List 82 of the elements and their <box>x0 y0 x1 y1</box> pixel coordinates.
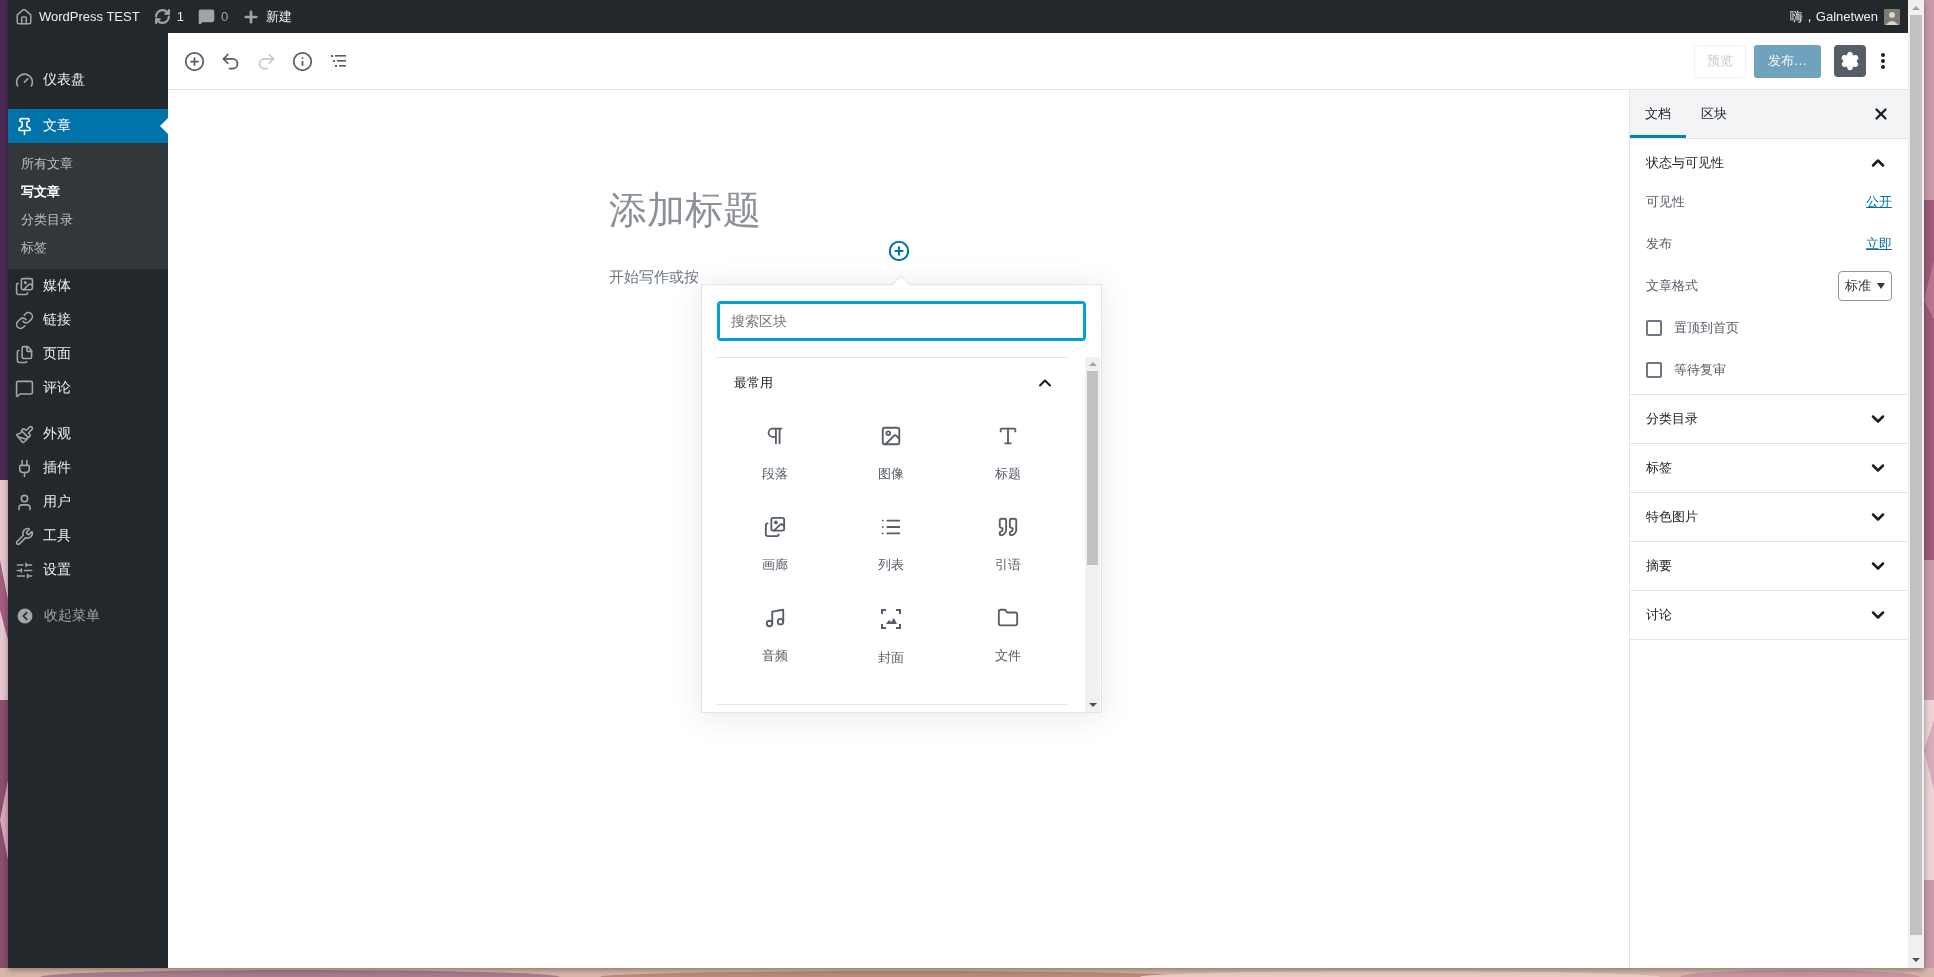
format-select[interactable]: 标准 <box>1838 271 1892 301</box>
submenu-item[interactable]: 所有文章 <box>8 150 168 178</box>
cover-icon <box>879 607 904 631</box>
comments-link[interactable]: 0 <box>197 0 229 33</box>
gauge-icon <box>15 70 34 90</box>
menu-item[interactable]: 设置 <box>8 553 168 587</box>
block-item[interactable]: 图像 <box>833 420 950 511</box>
panel-toggle[interactable]: 分类目录 <box>1646 395 1892 443</box>
checkbox[interactable] <box>1646 320 1662 336</box>
sidebar-tab[interactable]: 区块 <box>1686 90 1742 138</box>
site-link[interactable]: WordPress TEST <box>15 0 140 33</box>
menu-item[interactable]: 文章 <box>8 109 168 143</box>
caret-icon <box>1877 283 1885 289</box>
user-icon <box>15 492 34 512</box>
menu-item[interactable]: 页面 <box>8 337 168 371</box>
submenu-item[interactable]: 标签 <box>8 234 168 262</box>
category-toggle[interactable]: 最常用 <box>716 358 1067 408</box>
setting-label: 文章格式 <box>1646 277 1698 295</box>
menu-item[interactable]: 外观 <box>8 417 168 451</box>
menu-item[interactable]: 仪表盘 <box>8 63 168 97</box>
quote-icon <box>997 516 1020 538</box>
images-icon <box>763 516 786 538</box>
home-icon <box>15 7 33 26</box>
panel-toggle[interactable]: 状态与可见性 <box>1646 139 1892 187</box>
panel-toggle[interactable]: 摘要 <box>1646 542 1892 590</box>
menu-item[interactable]: 插件 <box>8 451 168 485</box>
close-icon <box>1872 105 1890 123</box>
updates-link[interactable]: 1 <box>153 0 184 33</box>
submenu-item[interactable]: 写文章 <box>8 178 168 206</box>
menu-item[interactable]: 媒体 <box>8 269 168 303</box>
pin-icon <box>15 116 34 136</box>
more-icon <box>1881 53 1885 69</box>
images-icon <box>15 276 34 296</box>
settings-icon <box>1840 51 1860 71</box>
block-item[interactable]: 标题 <box>949 420 1067 511</box>
refresh-icon <box>153 8 171 25</box>
scrollbar[interactable] <box>1908 0 1924 968</box>
menu-item[interactable]: 工具 <box>8 519 168 553</box>
pages-icon <box>15 344 34 364</box>
menu-item[interactable]: 用户 <box>8 485 168 519</box>
block-item[interactable]: 列表 <box>833 511 950 602</box>
block-item[interactable]: 画廊 <box>716 511 834 602</box>
music-note-icon <box>763 607 786 629</box>
panel-toggle[interactable]: 标签 <box>1646 444 1892 492</box>
menu-item[interactable]: 链接 <box>8 303 168 337</box>
collapse-icon <box>15 606 35 626</box>
sliders-icon <box>15 560 34 580</box>
image-icon <box>880 425 903 447</box>
sidebar-tab[interactable]: 文档 <box>1630 90 1686 138</box>
link-icon <box>15 310 34 330</box>
checkbox[interactable] <box>1646 362 1662 378</box>
paintbrush-icon <box>15 424 34 444</box>
add-block-button[interactable] <box>887 240 910 262</box>
setting-label: 发布 <box>1646 235 1672 253</box>
panel-toggle[interactable]: 讨论 <box>1646 591 1892 639</box>
block-item[interactable]: 段落 <box>716 420 834 511</box>
wrench-icon <box>15 526 34 546</box>
search-field[interactable]: 搜索区块 <box>716 301 1086 341</box>
collapse-menu-button[interactable]: 收起菜单 <box>8 599 168 633</box>
plus-circle-icon <box>183 50 205 72</box>
scrollbar[interactable] <box>1084 357 1100 712</box>
panel-toggle[interactable]: 特色图片 <box>1646 493 1892 541</box>
folder-icon <box>997 607 1020 629</box>
checkbox-label: 等待复审 <box>1674 361 1726 379</box>
block-item[interactable]: 音频 <box>716 602 834 693</box>
new-link[interactable]: 新建 <box>242 0 293 33</box>
setting-label: 可见性 <box>1646 193 1685 211</box>
speech-bubble-icon <box>15 378 34 398</box>
submenu-item[interactable]: 分类目录 <box>8 206 168 234</box>
block-item[interactable]: 文件 <box>949 602 1067 693</box>
avatar-icon <box>1884 8 1900 25</box>
menu-item[interactable]: 评论 <box>8 371 168 405</box>
account-link[interactable]: 嗨，Galnetwen <box>1789 0 1900 33</box>
checkbox-label: 置顶到首页 <box>1674 319 1739 337</box>
block-item[interactable]: 引语 <box>949 511 1067 602</box>
block-item[interactable]: 封面 <box>833 602 950 693</box>
setting-link[interactable]: 立即 <box>1866 235 1892 253</box>
plus-circle-icon <box>887 240 910 262</box>
info-icon <box>291 50 313 72</box>
settings-button[interactable] <box>1834 45 1866 77</box>
speech-bubble-icon <box>197 8 215 25</box>
setting-link[interactable]: 公开 <box>1866 193 1892 211</box>
